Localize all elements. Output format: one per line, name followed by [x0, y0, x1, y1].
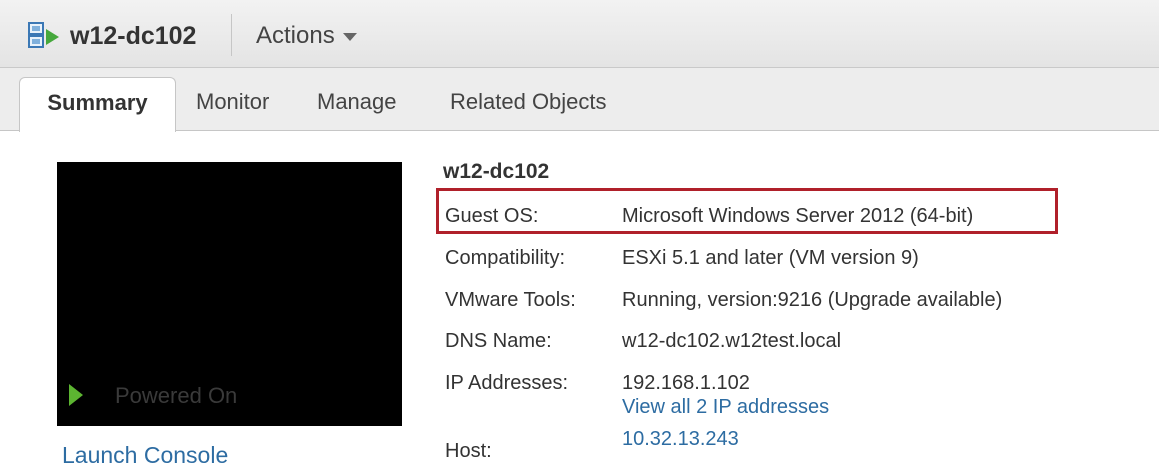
tab-summary[interactable]: Summary [19, 77, 176, 132]
header-divider [231, 14, 232, 56]
console-thumbnail[interactable]: Powered On [57, 162, 402, 426]
play-icon [69, 384, 83, 406]
guest-os-value: Microsoft Windows Server 2012 (64-bit) [622, 205, 974, 227]
ip-address-value: 192.168.1.102 [622, 372, 750, 394]
dns-name-value: w12-dc102.w12test.local [622, 330, 842, 352]
object-header: w12-dc102 Actions [0, 0, 1159, 68]
vmware-tools-label: VMware Tools: [445, 289, 576, 311]
actions-menu-button[interactable]: Actions [256, 20, 357, 52]
ip-addresses-label: IP Addresses: [445, 372, 569, 394]
tab-manage[interactable]: Manage [317, 86, 397, 118]
power-status: Powered On [115, 383, 238, 408]
details-title: w12-dc102 [443, 160, 550, 183]
caret-down-icon [342, 32, 357, 41]
actions-label: Actions [256, 22, 335, 49]
vm-powered-on-icon [28, 22, 60, 50]
launch-console-link[interactable]: Launch Console [62, 440, 228, 470]
vmware-tools-value: Running, version:9216 (Upgrade available… [622, 289, 1003, 311]
guest-os-label: Guest OS: [445, 205, 539, 227]
compatibility-label: Compatibility: [445, 247, 566, 269]
dns-name-label: DNS Name: [445, 330, 552, 352]
view-all-ip-link[interactable]: View all 2 IP addresses [622, 394, 829, 420]
host-label: Host: [445, 440, 492, 462]
host-link[interactable]: 10.32.13.243 [622, 426, 739, 452]
vm-title: w12-dc102 [70, 22, 197, 50]
tab-related-objects[interactable]: Related Objects [450, 86, 607, 118]
tab-monitor[interactable]: Monitor [196, 86, 269, 118]
compatibility-value: ESXi 5.1 and later (VM version 9) [622, 247, 919, 269]
